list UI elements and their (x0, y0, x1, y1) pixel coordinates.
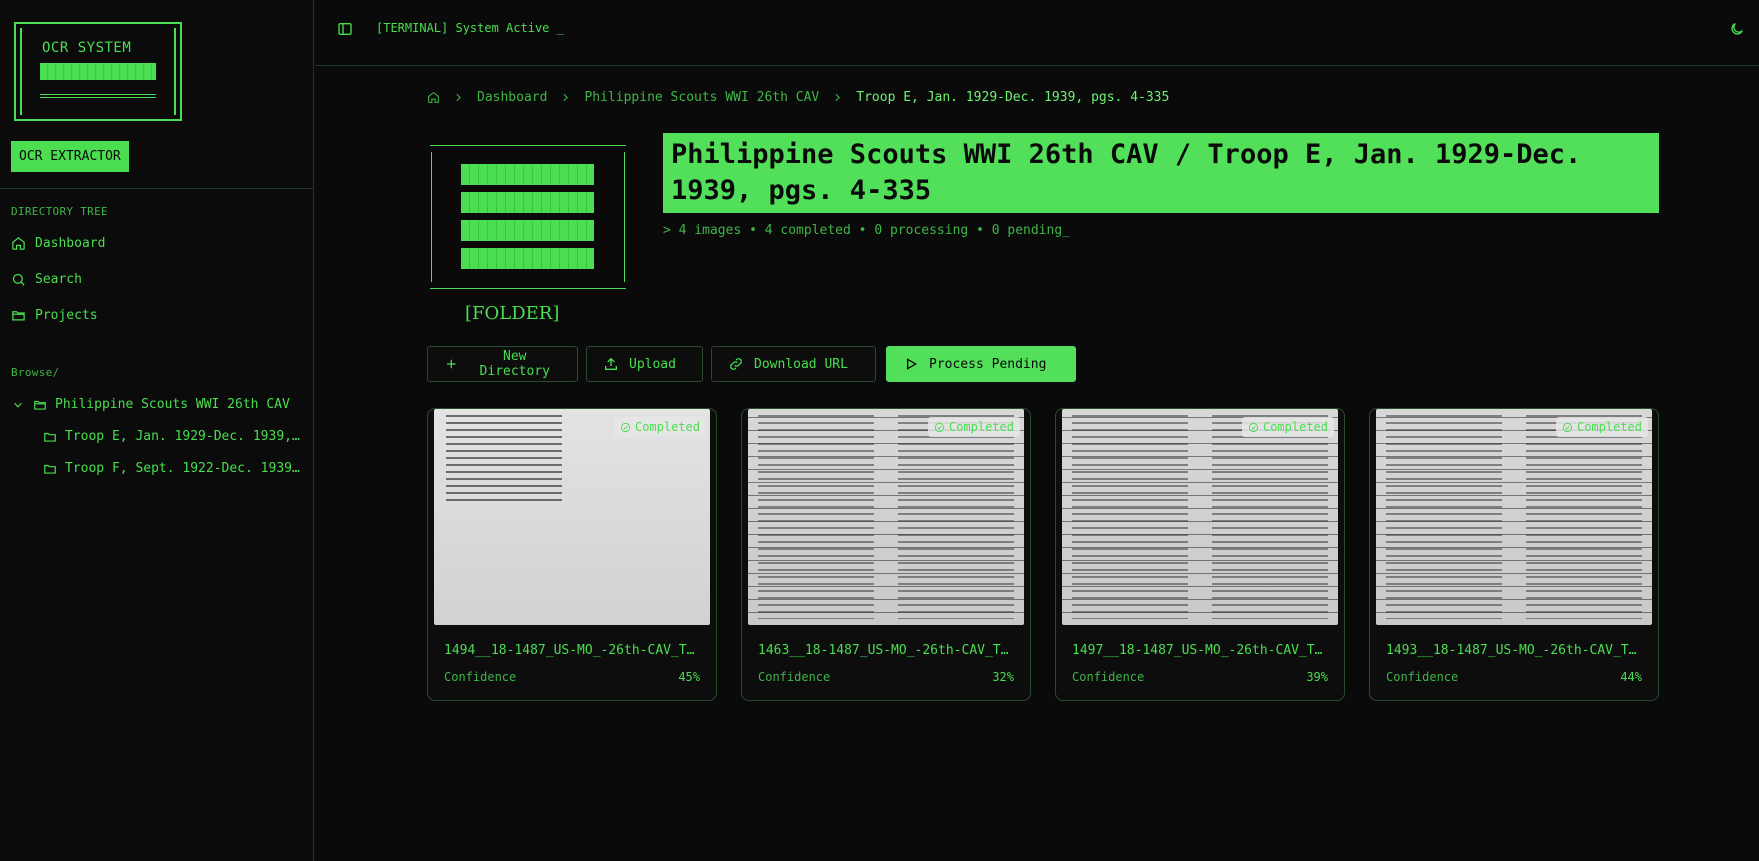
sidebar-item-label: Search (35, 272, 82, 287)
home-icon (12, 237, 25, 250)
confidence-value: 39% (1306, 670, 1328, 684)
browse-label: Browse/ (11, 366, 60, 379)
image-thumbnail[interactable] (434, 409, 710, 625)
confidence-label: Confidence (1072, 670, 1145, 684)
breadcrumb-current: Troop E, Jan. 1929-Dec. 1939, pgs. 4-335 (856, 90, 1170, 105)
image-thumbnail[interactable] (1376, 409, 1652, 625)
confidence-value: 45% (678, 670, 700, 684)
download-url-button[interactable]: Download URL (711, 346, 876, 382)
logo-bar (40, 63, 156, 80)
search-icon (12, 273, 25, 286)
button-label: Process Pending (929, 356, 1047, 372)
play-icon (907, 358, 917, 370)
document-text-block (758, 415, 874, 619)
tree-item-troop-f[interactable]: Troop F, Sept. 1922-Dec. 1939, pgs. (43, 461, 301, 476)
image-filename: 1497__18-1487_US-MO_-26th-CAV_Troop-E.jp… (1072, 643, 1330, 658)
breadcrumb-dashboard[interactable]: Dashboard (477, 90, 547, 105)
check-circle-icon (934, 422, 945, 432)
ocr-extractor-button[interactable]: OCR EXTRACTOR (11, 141, 129, 172)
confidence-label: Confidence (1386, 670, 1459, 684)
folder-bar (461, 248, 594, 269)
sidebar-toggle-icon[interactable] (337, 21, 353, 37)
sidebar-item-search[interactable]: Search (11, 272, 82, 287)
ocr-system-logo[interactable]: OCR SYSTEM (14, 22, 182, 121)
button-label: New Directory (479, 349, 550, 379)
status-label: Completed (634, 420, 700, 434)
breadcrumb: Dashboard Philippine Scouts WWI 26th CAV… (427, 90, 1169, 105)
folder-bar (461, 220, 594, 241)
folder-icon (44, 432, 56, 442)
tree-label: Troop E, Jan. 1929-Dec. 1939, pgs. 4-335 (65, 429, 300, 444)
moon-icon[interactable] (1729, 21, 1745, 37)
confidence-value: 44% (1620, 670, 1642, 684)
document-text-block (1526, 415, 1642, 619)
home-icon[interactable] (427, 91, 440, 104)
image-thumbnail[interactable] (748, 409, 1024, 625)
chevron-down-icon (14, 402, 22, 408)
new-directory-button[interactable]: New Directory (427, 346, 578, 382)
upload-icon (605, 357, 617, 370)
sidebar-divider (0, 188, 314, 189)
breadcrumb-project[interactable]: Philippine Scouts WWI 26th CAV (584, 90, 819, 105)
image-filename: 1463__18-1487_US-MO_-26th-CAV_Troop-E.jp… (758, 643, 1016, 658)
process-pending-button[interactable]: Process Pending (886, 346, 1076, 382)
logo-line (40, 94, 156, 98)
folder-icon (44, 464, 56, 474)
image-thumbnail[interactable] (1062, 409, 1338, 625)
status-badge: Completed (927, 417, 1020, 437)
tree-root-folder[interactable]: Philippine Scouts WWI 26th CAV (11, 397, 301, 412)
sidebar-item-label: Projects (35, 308, 98, 323)
document-text-block (1212, 415, 1328, 619)
chevron-right-icon (835, 93, 841, 102)
folder-open-icon (12, 311, 25, 321)
image-card[interactable]: Completed 1497__18-1487_US-MO_-26th-CAV_… (1055, 408, 1345, 701)
chevron-right-icon (563, 93, 569, 102)
confidence-label: Confidence (758, 670, 831, 684)
sidebar-item-dashboard[interactable]: Dashboard (11, 236, 105, 251)
document-text-block (1386, 415, 1502, 619)
folder-bar (461, 164, 594, 185)
check-circle-icon (1248, 422, 1259, 432)
document-text-block (1072, 415, 1188, 619)
button-label: Download URL (754, 356, 848, 372)
status-label: Completed (948, 420, 1014, 434)
logo-title: OCR SYSTEM (42, 40, 132, 56)
status-badge: Completed (1241, 417, 1334, 437)
document-text-block (898, 415, 1014, 619)
sidebar-item-label: Dashboard (35, 236, 106, 251)
folder-graphic (430, 145, 626, 289)
image-filename: 1494__18-1487_US-MO_-26th-CAV_Troop-E.jp… (444, 643, 702, 658)
tree-item-troop-e[interactable]: Troop E, Jan. 1929-Dec. 1939, pgs. 4-335 (43, 429, 301, 444)
confidence-value: 32% (992, 670, 1014, 684)
tree-label: Troop F, Sept. 1922-Dec. 1939, pgs. (65, 461, 300, 476)
plus-icon (447, 359, 456, 369)
status-label: Completed (1262, 420, 1328, 434)
folder-bar (461, 192, 594, 213)
folder-open-icon (34, 400, 46, 410)
image-filename: 1493__18-1487_US-MO_-26th-CAV_Troop-E.jp… (1386, 643, 1644, 658)
button-label: Upload (629, 356, 676, 372)
topbar: [TERMINAL] System Active _ (315, 0, 1759, 66)
check-circle-icon (620, 422, 631, 432)
sidebar-item-projects[interactable]: Projects (11, 308, 98, 323)
upload-button[interactable]: Upload (586, 346, 703, 382)
tree-label: Philippine Scouts WWI 26th CAV (55, 397, 290, 412)
status-badge: Completed (1555, 417, 1648, 437)
directory-tree-label: DIRECTORY TREE (11, 205, 108, 218)
terminal-status: [TERMINAL] System Active _ (376, 21, 564, 35)
document-text-block (446, 415, 562, 502)
image-card[interactable]: Completed 1494__18-1487_US-MO_-26th-CAV_… (427, 408, 717, 701)
image-card[interactable]: Completed 1493__18-1487_US-MO_-26th-CAV_… (1369, 408, 1659, 701)
check-circle-icon (1562, 422, 1573, 432)
page-title: Philippine Scouts WWI 26th CAV / Troop E… (663, 133, 1659, 213)
status-label: Completed (1576, 420, 1642, 434)
image-card[interactable]: Completed 1463__18-1487_US-MO_-26th-CAV_… (741, 408, 1031, 701)
confidence-label: Confidence (444, 670, 517, 684)
sidebar: OCR SYSTEM OCR EXTRACTOR DIRECTORY TREE … (0, 0, 314, 861)
folder-label: [FOLDER] (465, 303, 560, 324)
link-icon (730, 358, 742, 370)
chevron-right-icon (456, 93, 461, 102)
status-badge: Completed (613, 417, 706, 437)
directory-stats: > 4 images • 4 completed • 0 processing … (663, 223, 1070, 238)
